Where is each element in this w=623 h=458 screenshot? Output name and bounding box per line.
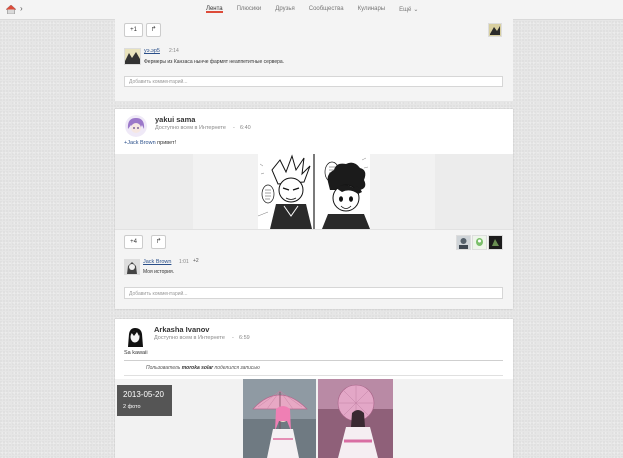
post-visibility[interactable]: Доступно всем в Интернете (154, 335, 225, 341)
post-image-strip[interactable] (115, 154, 513, 229)
share-icon: ↱ (150, 26, 157, 33)
album-count: 2 фото (123, 404, 141, 410)
author-avatar[interactable] (124, 325, 146, 347)
nav-tabs: Лента Плюсики Друзья Сообщества Кулинары… (206, 0, 432, 19)
album-strip[interactable]: 2013-05-20 2 фото (115, 379, 513, 458)
top-nav-bar: › Лента Плюсики Друзья Сообщества Кулина… (0, 0, 623, 20)
home-icon[interactable] (6, 5, 16, 14)
mention-link[interactable]: +Jack Brown (124, 140, 156, 146)
meta-separator: - (232, 335, 234, 341)
post-1-actions: +1 ↱ (115, 19, 513, 39)
reshare-suffix: поделился записью (214, 365, 260, 371)
plusser-avatar-3[interactable] (488, 235, 503, 250)
post-card-3: Arkasha Ivanov Доступно всем в Интернете… (115, 319, 513, 458)
album-info-overlay[interactable]: 2013-05-20 2 фото (117, 385, 172, 416)
comment-time[interactable]: 2:14 (169, 48, 179, 54)
tab-more[interactable]: Ещё ⌄ (399, 0, 418, 13)
chevron-right-icon[interactable]: › (20, 4, 23, 13)
tab-communities[interactable]: Сообщества (309, 0, 344, 13)
reshare-divider-bottom (124, 375, 503, 376)
album-date: 2013-05-20 (123, 390, 164, 399)
comment-author[interactable]: Jack Brown (143, 259, 171, 265)
tab-feed[interactable]: Лента (206, 0, 223, 13)
comment-input[interactable]: Добавить комментарий... (124, 287, 503, 299)
share-button[interactable]: ↱ (146, 23, 161, 37)
chevron-down-icon: ⌄ (413, 7, 419, 13)
post-text: Sa kawaii (124, 350, 148, 356)
post-card-2: yakui sama Доступно всем в Интернете - 6… (115, 109, 513, 309)
comment-input[interactable]: Добавить комментарий... (124, 76, 503, 87)
meta-separator: - (233, 125, 235, 131)
share-icon: ↱ (155, 238, 162, 245)
post-1-comments: уэ.эр5 2:14 Фермеры из Канзаса нынче фар… (115, 39, 513, 101)
comment-time[interactable]: 1:01 (179, 259, 189, 265)
plus-one-button[interactable]: +1 (124, 23, 143, 37)
post-author[interactable]: Arkasha Ivanov (154, 325, 209, 334)
plus-one-button[interactable]: +4 (124, 235, 143, 249)
reshare-divider (124, 360, 503, 361)
post-text-rest: привет! (157, 140, 177, 146)
post-2-actions: +4 ↱ (115, 229, 513, 254)
post-visibility[interactable]: Доступно всем в Интернете (155, 125, 226, 131)
post-2-comments: Jack Brown 1:01 +2 Моя история. Добавить… (115, 253, 513, 309)
post-image[interactable] (258, 154, 370, 229)
tab-more-label: Ещё (399, 7, 412, 13)
plusser-avatar-2[interactable] (472, 235, 487, 250)
commenter-avatar[interactable] (124, 48, 141, 65)
reshare-note: Пользователь moroka solar поделился запи… (146, 365, 260, 371)
commenter-avatar[interactable] (124, 259, 140, 275)
reshare-user[interactable]: moroka solar (182, 365, 213, 371)
comment-text: Моя история. (143, 269, 175, 275)
album-photo-1[interactable] (243, 379, 316, 458)
post-time[interactable]: 6:59 (239, 335, 250, 341)
reshare-prefix: Пользователь (146, 365, 181, 371)
tab-friends[interactable]: Друзья (275, 0, 294, 13)
tab-plusses[interactable]: Плюсики (237, 0, 262, 13)
author-avatar[interactable] (125, 115, 147, 137)
album-photo-2[interactable] (318, 379, 393, 458)
comment-text: Фермеры из Канзаса нынче фармят неаппети… (144, 59, 285, 65)
post-text: +Jack Brown привет! (124, 140, 176, 146)
sharer-avatar[interactable] (488, 23, 502, 37)
post-author[interactable]: yakui sama (155, 115, 195, 124)
post-time[interactable]: 6:40 (240, 125, 251, 131)
plusser-avatar-1[interactable] (456, 235, 471, 250)
tab-cooks[interactable]: Кулинары (358, 0, 386, 13)
comment-author[interactable]: уэ.эр5 (144, 48, 160, 54)
post-card-1: +1 ↱ уэ.эр5 2:14 Фермеры из Канзаса нынч… (115, 19, 513, 101)
comment-plus-count[interactable]: +2 (193, 258, 199, 264)
share-button[interactable]: ↱ (151, 235, 166, 249)
